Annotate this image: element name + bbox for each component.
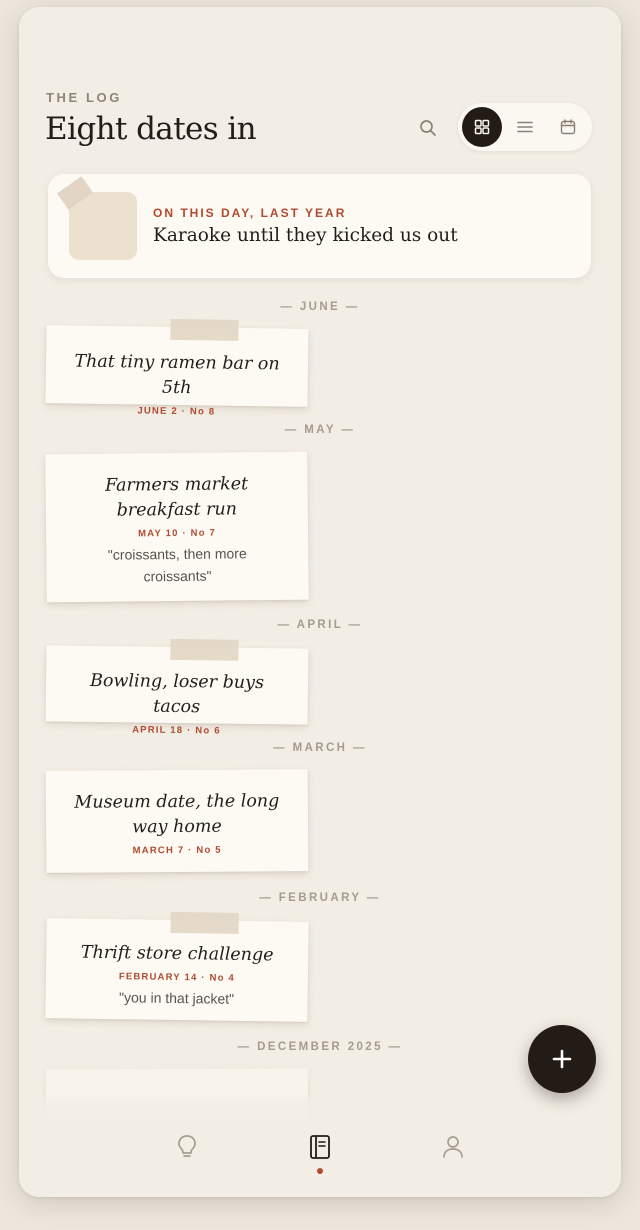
nav-ideas-button[interactable] bbox=[167, 1127, 207, 1167]
add-date-button[interactable] bbox=[528, 1025, 596, 1093]
lightbulb-icon bbox=[178, 1135, 196, 1157]
date-note-card[interactable]: That tiny ramen bar on 5th JUNE 2 · No 8 bbox=[45, 318, 309, 418]
page-title: Eight dates in bbox=[45, 111, 257, 147]
note-title: That tiny ramen bar on 5th bbox=[74, 351, 280, 399]
month-divider-june: — JUNE — bbox=[280, 301, 360, 313]
date-note-card[interactable]: Thrift store challenge FEBRUARY 14 · No … bbox=[45, 911, 309, 1022]
plus-icon bbox=[552, 1049, 572, 1069]
note-meta: FEBRUARY 14 · No 4 bbox=[118, 971, 236, 984]
month-divider-may: — MAY — bbox=[284, 424, 356, 436]
active-tab-indicator bbox=[317, 1168, 323, 1174]
date-note-card[interactable]: Farmers market breakfast run MAY 10 · No… bbox=[45, 451, 309, 603]
month-divider-march: — MARCH — bbox=[273, 742, 367, 754]
tape-decoration bbox=[170, 911, 239, 934]
on-this-day-card[interactable]: ON THIS DAY, LAST YEAR Karaoke until the… bbox=[48, 174, 591, 278]
note-meta: JUNE 2 · No 8 bbox=[137, 405, 216, 418]
search-button[interactable] bbox=[415, 115, 441, 141]
note-meta: MAY 10 · No 7 bbox=[138, 527, 217, 540]
journal-icon bbox=[310, 1135, 330, 1159]
view-toggle bbox=[458, 103, 592, 151]
grid-view-button[interactable] bbox=[462, 107, 502, 147]
memory-title: Karaoke until they kicked us out bbox=[153, 225, 458, 246]
date-note-card[interactable]: Museum date, the long way home MARCH 7 ·… bbox=[45, 769, 309, 873]
memory-label: ON THIS DAY, LAST YEAR bbox=[153, 206, 347, 220]
date-note-card[interactable]: Bowling, loser buys tacos APRIL 18 · No … bbox=[45, 638, 309, 737]
nav-log-button[interactable] bbox=[300, 1127, 340, 1167]
note-title: Thrift store challenge bbox=[80, 942, 274, 966]
calendar-view-button[interactable] bbox=[548, 107, 588, 147]
list-icon bbox=[517, 121, 533, 133]
calendar-icon bbox=[560, 119, 576, 135]
note-title: Museum date, the long way home bbox=[74, 791, 280, 838]
tape-decoration bbox=[170, 318, 239, 341]
app-screen: THE LOG Eight dates in ON THIS DAY, LAST… bbox=[19, 7, 621, 1197]
search-icon bbox=[420, 120, 436, 136]
tape-decoration bbox=[170, 638, 239, 661]
list-view-button[interactable] bbox=[505, 107, 545, 147]
grid-icon bbox=[474, 119, 490, 135]
note-quote: "you in that jacket" bbox=[118, 989, 235, 1007]
page-eyebrow: THE LOG bbox=[46, 90, 122, 105]
month-divider-april: — APRIL — bbox=[277, 619, 363, 631]
note-quote: "croissants, then more croissants" bbox=[107, 545, 247, 585]
person-icon bbox=[443, 1136, 463, 1158]
note-meta: MARCH 7 · No 5 bbox=[132, 844, 222, 857]
note-meta: APRIL 18 · No 6 bbox=[132, 724, 221, 737]
month-divider-february: — FEBRUARY — bbox=[259, 892, 381, 904]
note-title: Farmers market breakfast run bbox=[104, 474, 249, 521]
bottom-nav bbox=[19, 1097, 621, 1197]
nav-profile-button[interactable] bbox=[433, 1127, 473, 1167]
note-title: Bowling, loser buys tacos bbox=[89, 670, 265, 718]
